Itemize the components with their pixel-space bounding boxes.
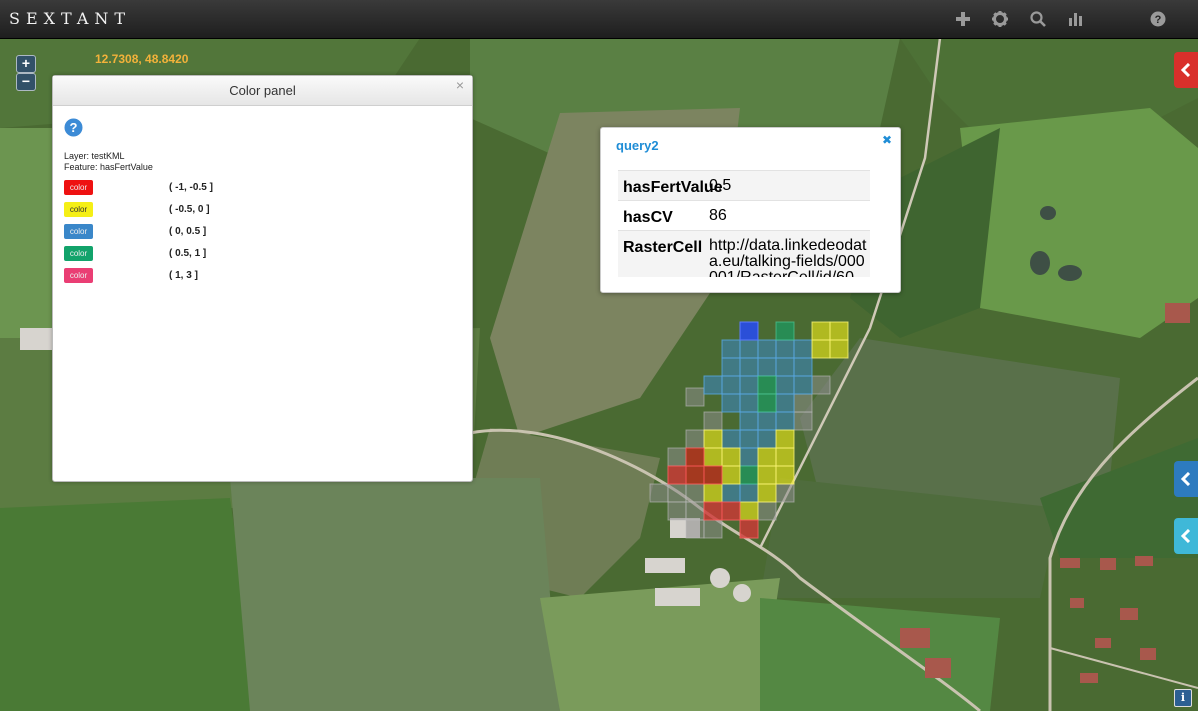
zoom-out-button[interactable]: − — [16, 73, 36, 91]
color-panel: Color panel × ? Layer: testKML Feature: … — [52, 75, 473, 482]
color-swatch-button[interactable]: color — [64, 268, 93, 283]
color-panel-close-button[interactable]: × — [456, 77, 464, 93]
range-label: ( -0.5, 0 ] — [169, 204, 210, 215]
popup-attribute-row: hasFertValue 0.5 — [618, 170, 870, 201]
color-panel-title: Color panel — [53, 76, 472, 106]
popup-title: query2 — [616, 138, 659, 153]
top-navbar: SEXTANT ? — [0, 0, 1198, 39]
info-button[interactable]: i — [1174, 689, 1192, 707]
app-brand: SEXTANT — [9, 9, 132, 28]
help-circle-icon[interactable]: ? — [1149, 10, 1167, 28]
right-panel-toggle-cyan[interactable] — [1174, 518, 1198, 554]
chevron-left-icon — [1180, 63, 1191, 77]
color-swatch-button[interactable]: color — [64, 246, 93, 261]
color-swatch-button[interactable]: color — [64, 202, 93, 217]
chevron-left-icon — [1180, 529, 1191, 543]
layer-info: Layer: testKML Feature: hasFertValue — [64, 151, 153, 173]
color-legend-row: color ( 1, 3 ] — [64, 268, 364, 284]
attribute-value[interactable]: http://data.linkedeodata.eu/talking-fiel… — [709, 238, 870, 278]
coordinate-readout: 12.7308, 48.8420 — [95, 52, 189, 66]
attribute-key: hasFertValue — [623, 179, 723, 196]
range-label: ( -1, -0.5 ] — [169, 182, 213, 193]
attribute-value: 0.5 — [709, 177, 732, 194]
chevron-left-icon — [1180, 472, 1191, 486]
svg-text:?: ? — [70, 120, 78, 135]
layer-line: Layer: testKML — [64, 151, 125, 161]
color-legend-row: color ( -1, -0.5 ] — [64, 180, 364, 196]
range-label: ( 1, 3 ] — [169, 270, 198, 281]
popup-attribute-row: RasterCell http://data.linkedeodata.eu/ta… — [618, 230, 870, 277]
bar-chart-icon[interactable] — [1067, 10, 1085, 28]
attribute-key: RasterCell — [623, 239, 703, 256]
attribute-key: hasCV — [623, 209, 673, 226]
color-legend-row: color ( 0, 0.5 ] — [64, 224, 364, 240]
range-label: ( 0, 0.5 ] — [169, 226, 207, 237]
svg-text:?: ? — [1155, 14, 1162, 26]
color-swatch-button[interactable]: color — [64, 180, 93, 195]
feature-popup: query2 ✖ hasFertValue 0.5 hasCV 86 RasterCel… — [600, 127, 901, 293]
gear-icon[interactable] — [991, 10, 1009, 28]
right-panel-toggle-blue[interactable] — [1174, 461, 1198, 497]
color-swatch-button[interactable]: color — [64, 224, 93, 239]
popup-close-button[interactable]: ✖ — [882, 133, 892, 147]
feature-line: Feature: hasFertValue — [64, 162, 153, 172]
help-icon[interactable]: ? — [64, 118, 83, 137]
plus-icon[interactable] — [954, 10, 972, 28]
color-legend-row: color ( 0.5, 1 ] — [64, 246, 364, 262]
attribute-value: 86 — [709, 207, 727, 224]
popup-attribute-row: hasCV 86 — [618, 200, 870, 231]
right-panel-toggle-red[interactable] — [1174, 52, 1198, 88]
zoom-in-button[interactable]: + — [16, 55, 36, 73]
color-legend-row: color ( -0.5, 0 ] — [64, 202, 364, 218]
range-label: ( 0.5, 1 ] — [169, 248, 207, 259]
search-icon[interactable] — [1029, 10, 1047, 28]
